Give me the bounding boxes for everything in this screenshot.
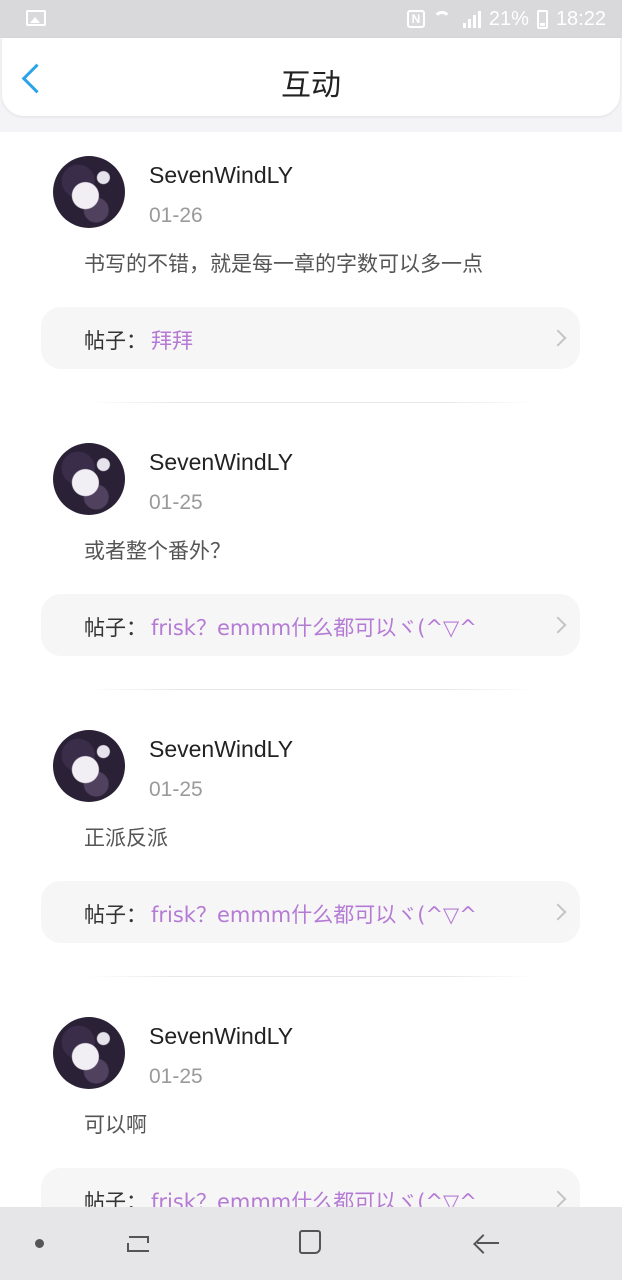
username[interactable]: SevenWindLY <box>149 449 293 476</box>
post-title: 拜拜 <box>151 329 193 353</box>
status-icons: N 21% 18:22 <box>406 6 606 32</box>
post-title: frisk？emmm什么都可以ヾ(^▽^ <box>151 1190 477 1207</box>
divider <box>86 976 536 977</box>
post-link-card[interactable]: 帖子： frisk？emmm什么都可以ヾ(^▽^ <box>41 881 580 943</box>
post-title: frisk？emmm什么都可以ヾ(^▽^ <box>151 903 477 927</box>
comment-text: 书写的不错，就是每一章的字数可以多一点 <box>84 252 483 276</box>
comment-date: 01-25 <box>149 778 203 801</box>
comment-date: 01-26 <box>149 204 203 227</box>
username[interactable]: SevenWindLY <box>149 736 293 763</box>
avatar[interactable] <box>53 156 125 228</box>
post-label: 帖子： <box>84 616 147 640</box>
nfc-icon: N <box>406 10 425 28</box>
divider <box>86 689 536 690</box>
comment-item: SevenWindLY 01-25 或者整个番外？ 帖子： frisk？emmm… <box>0 419 622 706</box>
nav-dot-icon[interactable] <box>35 1239 44 1248</box>
top-bar: 互动 <box>2 38 620 116</box>
post-label: 帖子： <box>84 329 147 353</box>
battery-icon <box>536 9 548 29</box>
post-link-card[interactable]: 帖子： frisk？emmm什么都可以ヾ(^▽^ <box>41 594 580 656</box>
post-label: 帖子： <box>84 903 147 927</box>
battery-percent: 21% <box>488 7 529 30</box>
page-title: 互动 <box>281 68 341 103</box>
home-icon[interactable] <box>299 1230 321 1254</box>
avatar[interactable] <box>53 443 125 515</box>
avatar[interactable] <box>53 730 125 802</box>
back-arrow-icon[interactable] <box>474 1231 500 1255</box>
comment-item: SevenWindLY 01-26 书写的不错，就是每一章的字数可以多一点 帖子… <box>0 132 622 419</box>
post-link-card[interactable]: 帖子： 拜拜 <box>41 307 580 369</box>
post-title: frisk？emmm什么都可以ヾ(^▽^ <box>151 616 477 640</box>
avatar[interactable] <box>53 1017 125 1089</box>
comment-item: SevenWindLY 01-25 可以啊 帖子： frisk？emmm什么都可… <box>0 993 622 1207</box>
chevron-right-icon <box>549 1190 567 1207</box>
comment-date: 01-25 <box>149 1065 203 1088</box>
chevron-right-icon <box>549 616 567 634</box>
username[interactable]: SevenWindLY <box>149 162 293 189</box>
post-label: 帖子： <box>84 1190 147 1207</box>
chevron-right-icon <box>549 903 567 921</box>
username[interactable]: SevenWindLY <box>149 1023 293 1050</box>
gallery-icon <box>26 10 46 26</box>
divider <box>86 402 536 403</box>
comment-list[interactable]: SevenWindLY 01-26 书写的不错，就是每一章的字数可以多一点 帖子… <box>0 132 622 1207</box>
signal-icon <box>462 10 481 28</box>
comment-text: 或者整个番外？ <box>84 539 231 563</box>
status-bar: N 21% 18:22 <box>0 0 622 38</box>
post-link-card[interactable]: 帖子： frisk？emmm什么都可以ヾ(^▽^ <box>41 1168 580 1207</box>
comment-item: SevenWindLY 01-25 正派反派 帖子： frisk？emmm什么都… <box>0 706 622 993</box>
system-nav-bar <box>0 1207 622 1280</box>
comment-text: 正派反派 <box>84 826 168 850</box>
recent-apps-icon[interactable] <box>123 1231 151 1255</box>
comment-date: 01-25 <box>149 491 203 514</box>
wifi-icon <box>432 11 455 27</box>
status-time: 18:22 <box>555 7 606 30</box>
chevron-right-icon <box>549 329 567 347</box>
comment-text: 可以啊 <box>84 1113 147 1137</box>
